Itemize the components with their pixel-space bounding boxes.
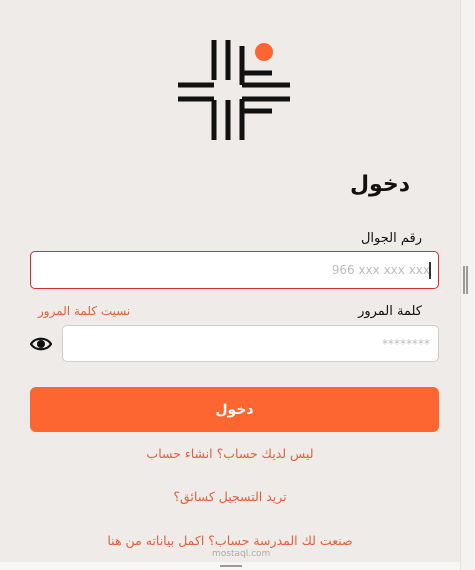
page-title: دخول (349, 172, 410, 197)
eye-icon[interactable] (30, 334, 52, 354)
forgot-password-link[interactable]: نسيت كلمة المرور (38, 304, 130, 318)
login-panel: دخول رقم الجوال كلمة المرور نسيت كلمة ال… (0, 0, 460, 570)
brand-logo (178, 40, 290, 140)
text-caret (429, 262, 431, 279)
password-label: كلمة المرور (358, 304, 422, 319)
password-input[interactable] (62, 325, 439, 362)
bottom-scroll-handle[interactable] (220, 565, 242, 567)
login-button[interactable]: دخول (30, 387, 439, 432)
brand-dot (255, 43, 273, 61)
phone-input[interactable] (30, 251, 439, 289)
phone-label: رقم الجوال (360, 231, 422, 246)
school-account-link[interactable]: صنعت لك المدرسة حساب؟ اكمل بياناته من هن… (0, 533, 460, 548)
create-account-link[interactable]: ليس لديك حساب؟ انشاء حساب (0, 446, 460, 461)
watermark: mostaql.com (212, 549, 271, 559)
resize-handle[interactable] (463, 266, 468, 294)
register-driver-link[interactable]: تريد التسجيل كسائق؟ (0, 489, 460, 504)
